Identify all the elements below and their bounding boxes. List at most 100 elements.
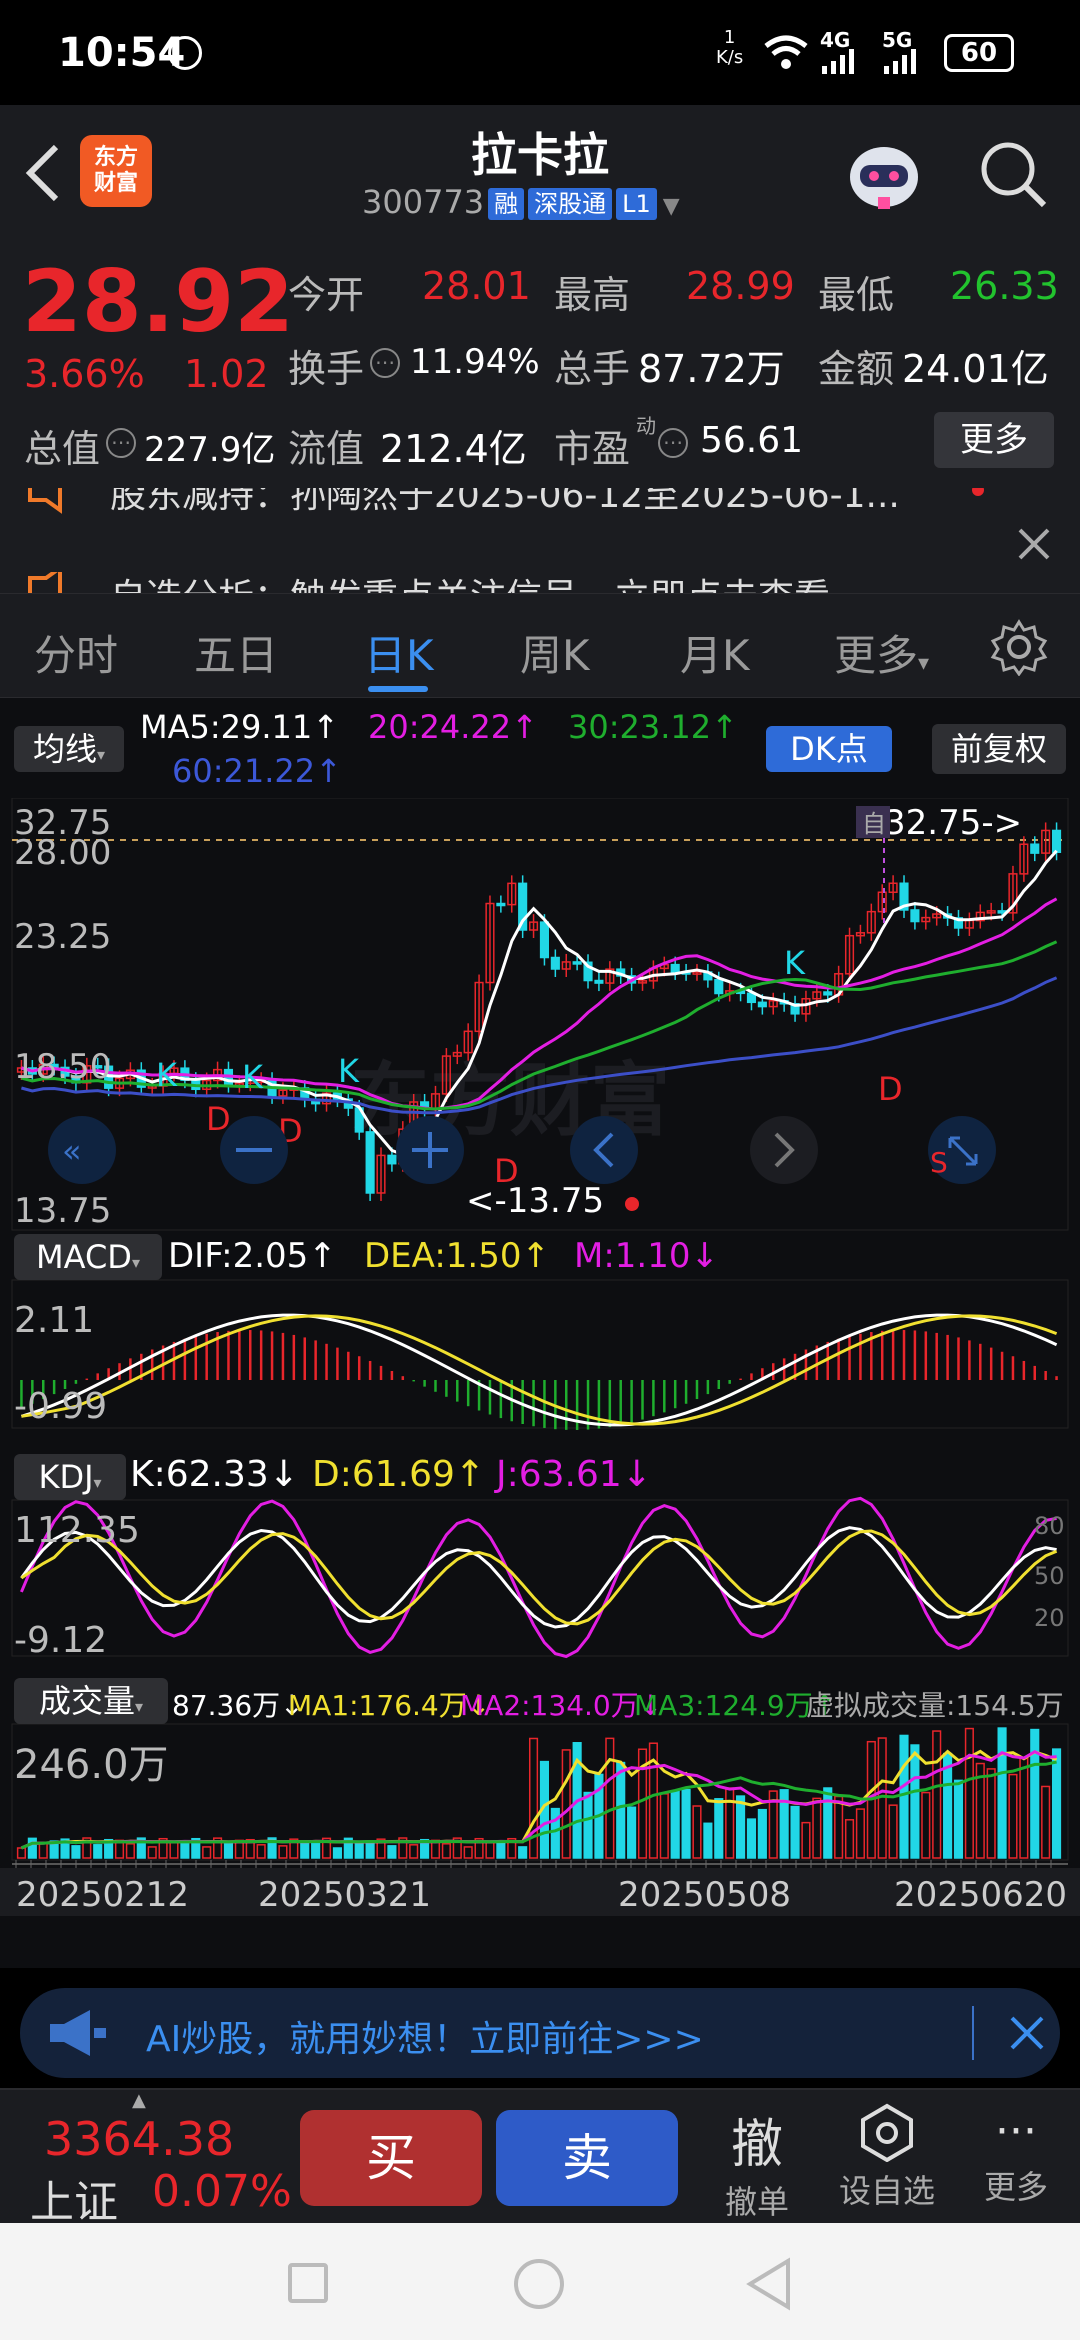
stock-code-row[interactable]: 300773 融深股通 L1 ▼ bbox=[362, 183, 722, 221]
notice-line-1[interactable]: 股东减持：孙陶然于2025-06-12至2025-06-1... bbox=[110, 488, 900, 518]
net-speed: 1 K/s bbox=[716, 27, 744, 68]
turnover-value: 11.94% bbox=[410, 342, 540, 382]
dif-line bbox=[20, 1313, 1058, 1427]
next-button[interactable] bbox=[750, 1116, 818, 1184]
tab-monthly-k[interactable]: 月K bbox=[680, 622, 750, 683]
period-tabs: 分时 五日 日K 周K 月K 更多▾ bbox=[0, 593, 1080, 698]
volume-bar bbox=[583, 1791, 593, 1859]
min-price-label: <-13.75 bbox=[466, 1181, 604, 1221]
recents-icon[interactable] bbox=[288, 2263, 328, 2303]
more-button[interactable]: ··· 更多 bbox=[968, 2102, 1064, 2208]
dk-point-button[interactable]: DK点 bbox=[766, 726, 892, 772]
volume-bar bbox=[16, 1847, 27, 1859]
volume-bar bbox=[441, 1843, 451, 1859]
tab-intraday[interactable]: 分时 bbox=[34, 622, 118, 683]
kline-chart[interactable]: 东方财富 32.75 28.00 23.25 18.50 13.75 32.75… bbox=[0, 798, 1080, 1968]
amount-value: 24.01亿 bbox=[902, 347, 1049, 391]
search-icon[interactable] bbox=[978, 139, 1048, 209]
volume-current: 87.36万↓ bbox=[172, 1689, 304, 1722]
status-time: 10:54 bbox=[58, 30, 186, 76]
robot-assistant-icon[interactable] bbox=[842, 133, 926, 217]
candle-body bbox=[1051, 829, 1062, 854]
high-label: 最高 bbox=[554, 273, 631, 317]
volume-bar bbox=[844, 1819, 855, 1859]
speaker-icon bbox=[28, 572, 62, 593]
more-quote-button[interactable]: 更多 bbox=[934, 412, 1054, 468]
volume-value: 87.72万 bbox=[638, 347, 785, 391]
volume-bar bbox=[605, 1737, 615, 1859]
volume-bar bbox=[823, 1787, 833, 1859]
volume-bar bbox=[528, 1737, 539, 1859]
caret-up-icon[interactable]: ▲ bbox=[132, 2090, 146, 2111]
sell-button[interactable]: 卖 bbox=[496, 2110, 678, 2206]
close-icon[interactable] bbox=[1016, 526, 1052, 562]
gear-icon[interactable] bbox=[990, 618, 1048, 676]
ai-ad-banner[interactable]: AI炒股，就用妙想！立即前往>>> bbox=[20, 1988, 1060, 2078]
index-value[interactable]: 3364.38 bbox=[44, 2112, 234, 2166]
notice-line-2[interactable]: 自选分析：触发重点关注信号，立即点击查看 bbox=[110, 568, 830, 593]
adjust-button[interactable]: 前复权 bbox=[932, 724, 1066, 774]
tab-more[interactable]: 更多▾ bbox=[834, 622, 929, 683]
volume-bar bbox=[1008, 1773, 1018, 1859]
tab-daily-k[interactable]: 日K bbox=[364, 622, 434, 683]
double-chevron-left-icon: « bbox=[62, 1132, 82, 1170]
volume-bar bbox=[147, 1846, 157, 1859]
candle-body bbox=[910, 909, 920, 923]
d-signal: D bbox=[878, 1070, 903, 1108]
k-line bbox=[20, 1526, 1057, 1629]
buy-button[interactable]: 买 bbox=[300, 2110, 482, 2206]
volume-bar bbox=[801, 1821, 811, 1859]
volume-selector-button[interactable]: 成交量▾ bbox=[14, 1678, 168, 1724]
d-signal: D bbox=[494, 1152, 519, 1190]
kdj-axis-top: 112.35 bbox=[14, 1510, 140, 1551]
index-percent[interactable]: 0.07% bbox=[152, 2166, 292, 2217]
more-label: 更多 bbox=[983, 2168, 1048, 2206]
date-label: 20250620 bbox=[894, 1875, 1067, 1915]
volume-bar bbox=[746, 1818, 757, 1859]
kdj-lines bbox=[20, 1496, 1058, 1659]
marker-dot bbox=[625, 1197, 639, 1211]
info-icon[interactable]: ⋯ bbox=[370, 348, 400, 378]
volume-bar bbox=[202, 1846, 212, 1859]
axis-mid: 23.25 bbox=[14, 917, 111, 957]
kdj-level-50: 50 bbox=[1034, 1562, 1065, 1590]
zi-marker-label: 自 bbox=[862, 810, 886, 838]
back-icon[interactable] bbox=[744, 2257, 794, 2311]
jump-start-button[interactable] bbox=[48, 1116, 116, 1184]
cancel-order-button[interactable]: 撤 撤单 bbox=[712, 2102, 802, 2223]
home-icon[interactable] bbox=[514, 2259, 564, 2309]
pe-label: 市盈 bbox=[554, 427, 631, 471]
volume-bar bbox=[790, 1805, 800, 1859]
volume-ma2: MA2:134.0万↓ bbox=[460, 1689, 663, 1722]
ma-selector-button[interactable]: 均线▾ bbox=[14, 726, 124, 772]
candle-body bbox=[714, 978, 724, 995]
ad-text[interactable]: AI炒股，就用妙想！立即前往>>> bbox=[146, 2010, 704, 2062]
tab-weekly-k[interactable]: 周K bbox=[520, 622, 590, 683]
index-name[interactable]: 上证 bbox=[30, 2166, 118, 2230]
kdj-k: K:62.33↓ bbox=[130, 1454, 299, 1495]
open-label: 今开 bbox=[288, 273, 365, 317]
macd-dea: DEA:1.50↑ bbox=[364, 1236, 550, 1276]
volume-bar bbox=[899, 1734, 909, 1859]
ma5-legend: MA5:29.11↑ bbox=[140, 708, 340, 746]
speaker-icon bbox=[28, 488, 62, 514]
volume-bar bbox=[496, 1841, 506, 1859]
chart-area[interactable]: 均线▾ MA5:29.11↑ 20:24.22↑ 30:23.12↑ 60:21… bbox=[0, 698, 1080, 1968]
prev-button[interactable] bbox=[570, 1116, 638, 1184]
info-icon[interactable]: ⋯ bbox=[658, 428, 688, 458]
candle-body bbox=[1030, 843, 1040, 854]
volume-bar bbox=[812, 1797, 822, 1859]
candle-body bbox=[387, 1154, 397, 1165]
float-cap-label: 流值 bbox=[288, 427, 365, 471]
add-watchlist-button[interactable]: 设自选 bbox=[830, 2102, 944, 2212]
tab-five-day[interactable]: 五日 bbox=[194, 622, 278, 683]
info-icon[interactable]: ⋯ bbox=[106, 428, 136, 458]
kdj-selector-button[interactable]: KDJ▾ bbox=[14, 1454, 126, 1500]
candle-body bbox=[365, 1131, 375, 1194]
macd-selector-button[interactable]: MACD▾ bbox=[14, 1234, 162, 1280]
k-signal: K bbox=[242, 1058, 264, 1096]
volume-bar bbox=[855, 1808, 865, 1859]
volume-bar bbox=[365, 1840, 375, 1859]
macd-dif: DIF:2.05↑ bbox=[168, 1236, 337, 1276]
close-icon[interactable] bbox=[1008, 2014, 1046, 2052]
